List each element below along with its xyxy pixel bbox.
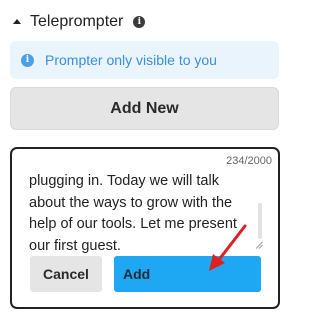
notice-info-icon: i <box>21 53 34 67</box>
info-icon[interactable]: i <box>133 16 146 28</box>
notice-text: Prompter only visible to you <box>45 52 217 68</box>
resize-handle-icon[interactable] <box>255 241 263 249</box>
collapse-caret-icon[interactable] <box>13 19 21 24</box>
teleprompter-header[interactable]: Teleprompter i <box>13 9 146 35</box>
panel-title: Teleprompter <box>30 13 124 30</box>
character-counter: 234/2000 <box>226 155 272 167</box>
cancel-button[interactable]: Cancel <box>30 256 102 292</box>
textarea-scrollbar[interactable] <box>258 203 262 239</box>
add-new-button[interactable]: Add New <box>10 87 279 130</box>
annotation-arrow-icon <box>209 224 247 271</box>
visibility-notice: i Prompter only visible to you <box>10 41 279 79</box>
